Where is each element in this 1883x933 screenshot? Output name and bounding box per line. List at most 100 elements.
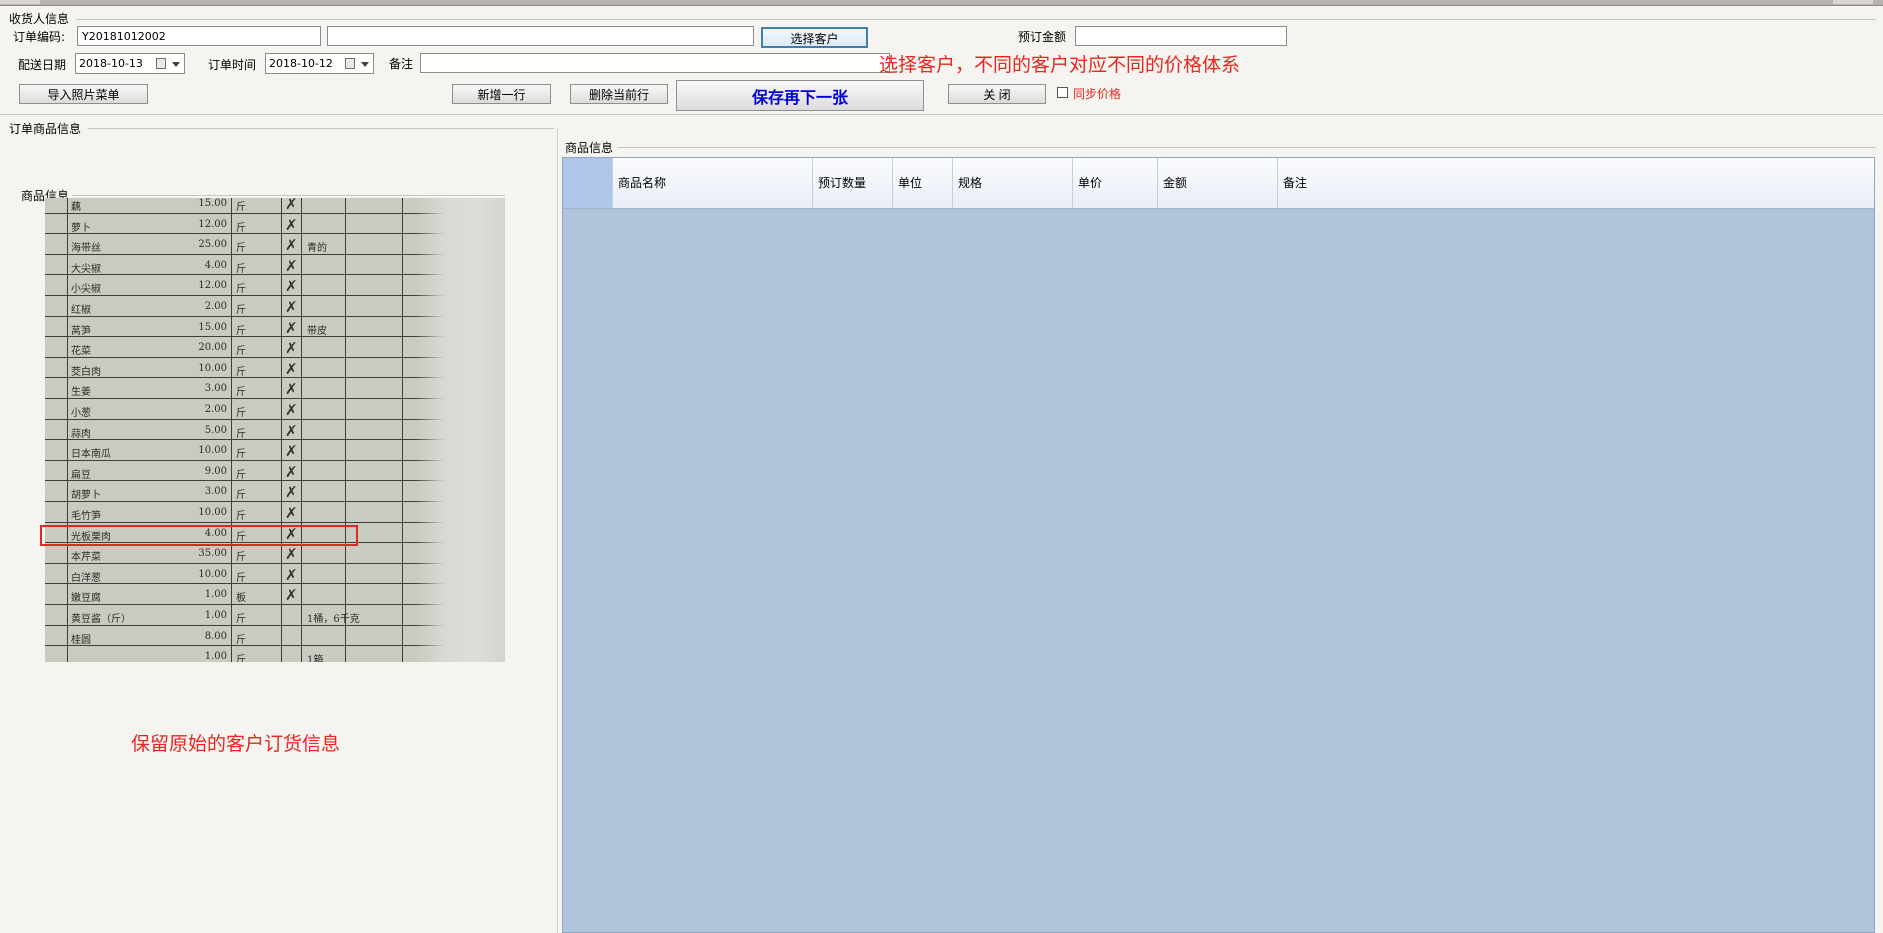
photo-cell-unit: 斤	[236, 263, 246, 275]
photo-cell-unit: 斤	[236, 552, 246, 564]
photo-cell-name: 莴笋	[71, 325, 91, 337]
check-mark-icon: ✗	[285, 339, 298, 358]
photo-cell-name: 大尖椒	[71, 263, 101, 275]
photo-column-line	[281, 198, 282, 662]
goods-grid[interactable]: 商品名称 预订数量 单位 规格 单价 金额 备注	[562, 157, 1875, 933]
photo-cell-qty: 15.00	[198, 321, 227, 333]
photo-cell-unit: 斤	[236, 428, 246, 440]
photo-cell-qty: 3.00	[204, 383, 227, 395]
window-top-segment	[1833, 0, 1873, 4]
chevron-down-icon[interactable]	[172, 62, 180, 67]
photo-cell-unit: 斤	[236, 243, 246, 255]
photo-cell-unit: 斤	[236, 614, 246, 625]
photo-cell-unit: 斤	[236, 449, 246, 461]
photo-cell-qty: 10.00	[198, 568, 227, 580]
add-row-button[interactable]: 新增一行	[452, 84, 551, 104]
row-selector-header[interactable]	[563, 158, 613, 208]
consignee-group-title: 收货人信息	[9, 12, 70, 26]
column-header[interactable]: 单位	[893, 158, 953, 208]
order-code-input[interactable]	[77, 26, 321, 46]
check-mark-icon: ✗	[285, 359, 298, 378]
chevron-down-icon[interactable]	[361, 62, 369, 67]
check-mark-icon: ✗	[285, 215, 298, 234]
photo-cell-qty: 12.00	[198, 280, 227, 292]
column-header[interactable]: 备注	[1278, 158, 1874, 208]
photo-cell-name: 萝卜	[71, 222, 91, 234]
photo-cell-qty: 10.00	[198, 362, 227, 374]
photo-group-line	[72, 195, 505, 196]
photo-cell-qty: 1.00	[204, 589, 227, 601]
column-header[interactable]: 单价	[1073, 158, 1158, 208]
column-header[interactable]: 规格	[953, 158, 1073, 208]
photo-cell-name: 藕	[71, 202, 81, 213]
photo-cell-name: 嫩豆腐	[71, 593, 101, 605]
column-header[interactable]: 商品名称	[613, 158, 813, 208]
photo-cell-name: 海带丝	[71, 243, 101, 255]
delivery-date-label: 配送日期	[18, 58, 67, 72]
photo-cell-note: 青的	[307, 243, 327, 255]
photo-column-line	[345, 198, 346, 662]
customer-name-input[interactable]	[327, 26, 754, 46]
check-mark-icon: ✗	[285, 565, 298, 584]
photo-cell-unit: 斤	[236, 284, 246, 296]
photo-cell-name: 茭白肉	[71, 366, 101, 378]
order-time-picker[interactable]: 2018-10-12	[265, 53, 374, 74]
column-header[interactable]: 预订数量	[813, 158, 893, 208]
photo-cell-unit: 斤	[236, 490, 246, 502]
photo-cell-unit: 板	[236, 593, 246, 605]
check-mark-icon: ✗	[285, 318, 298, 337]
prepaid-amount-input[interactable]	[1075, 26, 1287, 46]
close-button[interactable]: 关 闭	[948, 84, 1046, 104]
photo-column-line	[231, 198, 232, 662]
photo-cell-unit: 斤	[236, 387, 246, 399]
photo-cell-qty: 3.00	[204, 486, 227, 498]
photo-cell-name: 蒜肉	[71, 428, 91, 440]
order-goods-group-line	[88, 128, 554, 129]
check-mark-icon: ✗	[285, 462, 298, 481]
delivery-date-value: 2018-10-13	[79, 57, 143, 70]
import-photo-button[interactable]: 导入照片菜单	[19, 84, 148, 104]
check-mark-icon: ✗	[285, 442, 298, 461]
check-mark-icon: ✗	[285, 421, 298, 440]
order-time-value: 2018-10-12	[269, 57, 333, 70]
photo-cell-name: 红椒	[71, 305, 91, 316]
goods-grid-header: 商品名称 预订数量 单位 规格 单价 金额 备注	[563, 158, 1874, 209]
remark-label: 备注	[389, 57, 414, 71]
order-time-label: 订单时间	[208, 58, 257, 72]
photo-cell-qty: 10.00	[198, 445, 227, 457]
delete-row-button[interactable]: 删除当前行	[570, 84, 668, 104]
photo-cell-name: 小葱	[71, 408, 91, 419]
check-mark-icon: ✗	[285, 401, 298, 419]
photo-cell-name: 胡萝卜	[71, 490, 101, 502]
sync-price-checkbox[interactable]	[1057, 87, 1068, 98]
calendar-icon[interactable]	[345, 58, 355, 69]
photo-cell-name: 桂圆	[71, 634, 91, 646]
photo-cell-unit: 斤	[236, 346, 246, 358]
delivery-date-picker[interactable]: 2018-10-13	[75, 53, 185, 74]
goods-grid-group-line	[618, 147, 1876, 148]
save-next-button[interactable]: 保存再下一张	[676, 80, 924, 111]
check-mark-icon: ✗	[285, 198, 298, 213]
window-top-segment	[0, 0, 40, 4]
photo-cell-unit: 斤	[236, 202, 246, 213]
photo-cell-qty: 2.00	[204, 404, 227, 415]
check-mark-icon: ✗	[285, 298, 298, 316]
photo-cell-qty: 1.00	[204, 610, 227, 621]
check-mark-icon: ✗	[285, 483, 298, 502]
photo-cell-qty: 2.00	[204, 301, 227, 312]
column-header[interactable]: 金额	[1158, 158, 1278, 208]
photo-cell-qty: 12.00	[198, 218, 227, 230]
select-customer-button[interactable]: 选择客户	[761, 27, 868, 48]
photo-cell-note: 1箱	[307, 655, 324, 662]
calendar-icon[interactable]	[156, 58, 166, 69]
photo-cell-note: 带皮	[307, 325, 327, 337]
section-separator	[0, 114, 1883, 115]
photo-cell-qty: 35.00	[198, 548, 227, 560]
sync-price-label[interactable]: 同步价格	[1073, 85, 1121, 102]
window-top-border	[0, 0, 1883, 6]
photo-cell-unit: 斤	[236, 511, 246, 522]
order-photo: 藕 15.00 斤 ✗ 萝卜 12.00 斤 ✗ 海带丝 25.00 斤青的 ✗ 大尖椒 4.00 斤 ✗ 小尖…	[45, 198, 505, 662]
remark-input[interactable]	[420, 53, 890, 73]
photo-cell-unit: 斤	[236, 222, 246, 234]
photo-cell-qty: 9.00	[204, 465, 227, 477]
